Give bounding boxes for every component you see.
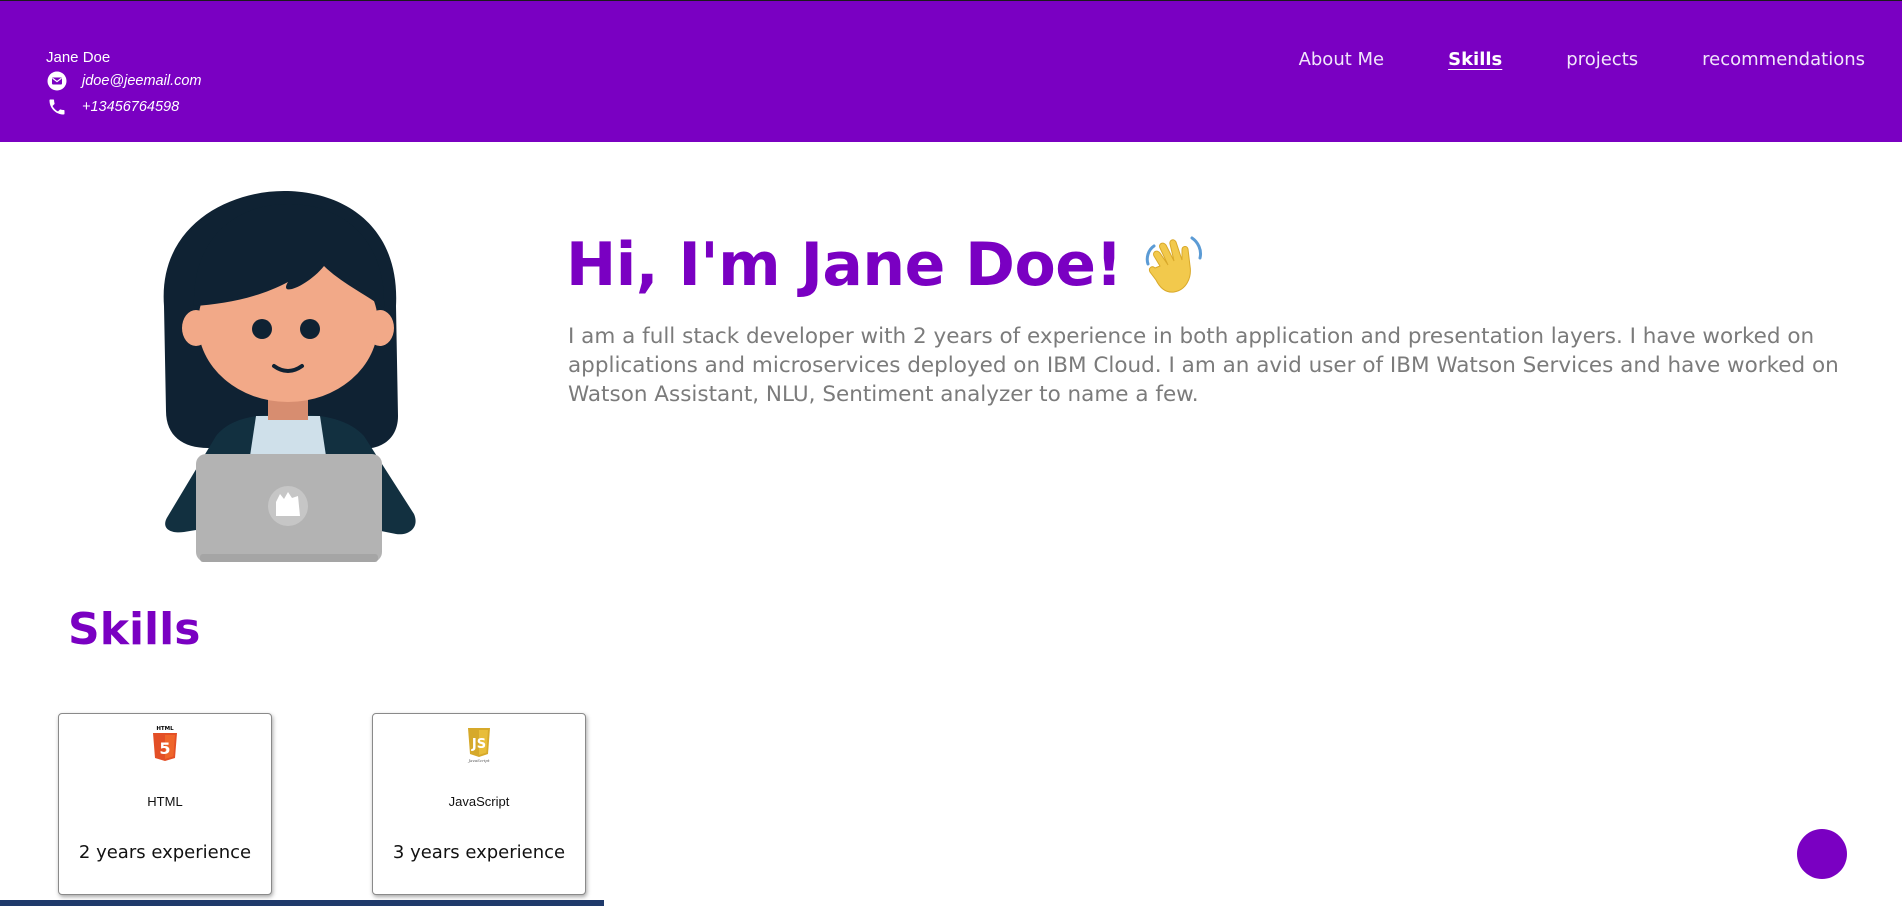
nav-skills[interactable]: Skills (1448, 49, 1502, 70)
svg-text:HTML: HTML (156, 726, 174, 732)
mail-icon (46, 70, 68, 92)
skill-card-javascript[interactable]: JS JavaScript JavaScript 3 years experie… (372, 713, 586, 895)
nav-projects[interactable]: projects (1566, 49, 1638, 70)
intro-heading: Hi, I'm Jane Doe! (566, 230, 1206, 300)
svg-text:JavaScript: JavaScript (468, 758, 490, 763)
floating-action-button[interactable] (1797, 829, 1847, 879)
svg-text:5: 5 (159, 739, 170, 758)
site-header: Jane Doe jdoe@jeemail.com +13456764598 A… (0, 0, 1902, 142)
waving-hand-icon (1140, 232, 1206, 298)
avatar-illustration (128, 186, 448, 564)
contact-info: Jane Doe jdoe@jeemail.com +13456764598 (46, 49, 202, 118)
nav-about-me[interactable]: About Me (1299, 49, 1385, 70)
nav-recommendations[interactable]: recommendations (1702, 49, 1865, 70)
skill-experience: 3 years experience (392, 842, 566, 863)
intro-title-text: Hi, I'm Jane Doe! (566, 230, 1123, 300)
javascript-logo-icon: JS JavaScript (464, 724, 494, 764)
email-link[interactable]: jdoe@jeemail.com (82, 73, 202, 89)
header-name: Jane Doe (46, 49, 111, 66)
main-nav: About Me Skills projects recommendations (1235, 49, 1865, 70)
bottom-scroll-indicator (0, 900, 604, 906)
intro-paragraph: I am a full stack developer with 2 years… (568, 324, 1839, 407)
html5-logo-icon: HTML 5 (150, 724, 180, 764)
skill-name: HTML (147, 794, 183, 809)
skill-name: JavaScript (448, 794, 510, 809)
skill-card-html[interactable]: HTML 5 HTML 2 years experience (58, 713, 272, 895)
phone-number[interactable]: +13456764598 (82, 99, 179, 115)
email-row: jdoe@jeemail.com (46, 70, 202, 92)
phone-row: +13456764598 (46, 96, 202, 118)
skills-heading: Skills (68, 604, 201, 655)
svg-text:JS: JS (471, 737, 486, 752)
phone-icon (46, 96, 68, 118)
skill-experience: 2 years experience (78, 842, 252, 863)
